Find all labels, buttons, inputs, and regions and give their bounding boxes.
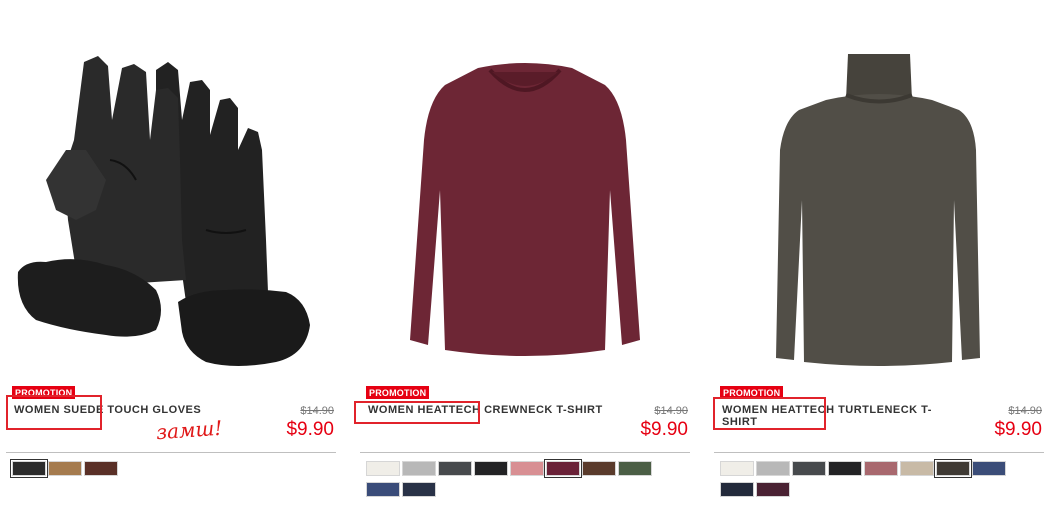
- color-swatch[interactable]: [84, 461, 118, 476]
- color-swatch[interactable]: [756, 482, 790, 497]
- color-swatches: [720, 459, 1040, 503]
- handwritten-note: замш!: [155, 415, 224, 445]
- color-swatch[interactable]: [864, 461, 898, 476]
- promotion-badge: PROMOTION: [12, 386, 76, 399]
- color-swatch[interactable]: [792, 461, 826, 476]
- sale-price: $9.90: [286, 419, 334, 440]
- color-swatch[interactable]: [828, 461, 862, 476]
- color-swatches: [366, 459, 686, 503]
- color-swatch[interactable]: [972, 461, 1006, 476]
- color-swatch[interactable]: [510, 461, 544, 476]
- color-swatch[interactable]: [618, 461, 652, 476]
- original-price: $14.90: [300, 405, 334, 417]
- promotion-badge: PROMOTION: [366, 386, 430, 399]
- color-swatch[interactable]: [402, 482, 436, 497]
- product-name[interactable]: WOMEN HEATTECH CREWNECK T-SHIRT: [368, 404, 618, 416]
- sale-price: $9.90: [640, 419, 688, 440]
- color-swatch[interactable]: [720, 482, 754, 497]
- product-image-turtleneck[interactable]: [714, 40, 1044, 375]
- sale-price: $9.90: [994, 419, 1042, 440]
- color-swatch[interactable]: [48, 461, 82, 476]
- color-swatch[interactable]: [720, 461, 754, 476]
- original-price: $14.90: [654, 405, 688, 417]
- original-price: $14.90: [1008, 405, 1042, 417]
- color-swatch[interactable]: [402, 461, 436, 476]
- product-image-crewneck[interactable]: [360, 40, 690, 375]
- divider: [360, 452, 690, 453]
- crewneck-shirt-illustration: [410, 63, 640, 356]
- product-card-gloves[interactable]: PROMOTION WOMEN SUEDE TOUCH GLOVES замш!…: [6, 0, 336, 505]
- color-swatch[interactable]: [438, 461, 472, 476]
- color-swatches: [10, 459, 332, 482]
- color-swatch[interactable]: [934, 459, 972, 478]
- product-card-crewneck[interactable]: PROMOTION WOMEN HEATTECH CREWNECK T-SHIR…: [354, 0, 690, 505]
- turtleneck-shirt-illustration: [776, 54, 980, 366]
- product-name[interactable]: WOMEN SUEDE TOUCH GLOVES: [14, 404, 264, 416]
- divider: [714, 452, 1044, 453]
- color-swatch[interactable]: [474, 461, 508, 476]
- color-swatch[interactable]: [10, 459, 48, 478]
- color-swatch[interactable]: [366, 482, 400, 497]
- divider: [6, 452, 336, 453]
- color-swatch[interactable]: [582, 461, 616, 476]
- gloves-illustration: [17, 56, 310, 366]
- promotion-badge: PROMOTION: [720, 386, 784, 399]
- color-swatch[interactable]: [900, 461, 934, 476]
- color-swatch[interactable]: [366, 461, 400, 476]
- product-name[interactable]: WOMEN HEATTECH TURTLENECK T-SHIRT: [722, 404, 932, 428]
- color-swatch[interactable]: [756, 461, 790, 476]
- color-swatch[interactable]: [544, 459, 582, 478]
- product-card-turtleneck[interactable]: PROMOTION WOMEN HEATTECH TURTLENECK T-SH…: [713, 0, 1044, 505]
- product-image-gloves[interactable]: [6, 40, 336, 375]
